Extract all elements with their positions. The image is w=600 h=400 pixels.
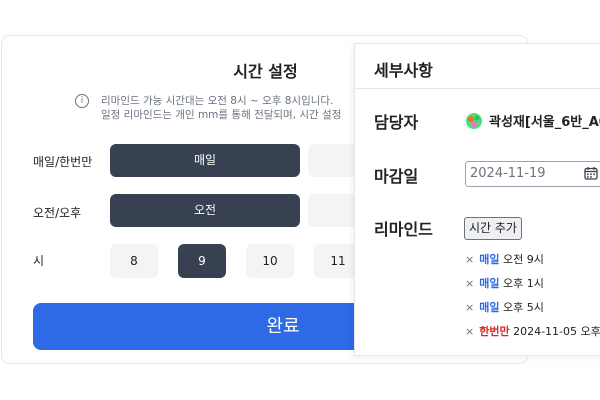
avatar-icon [466, 113, 482, 129]
reminder-item: × 매일 오후 1시 [465, 275, 544, 291]
reminder-time: 오후 5시 [502, 301, 544, 314]
hour-label: 시 [33, 254, 45, 268]
remove-icon[interactable]: × [465, 277, 474, 290]
remove-icon[interactable]: × [465, 325, 474, 338]
reminder-time: 오후 1시 [502, 277, 544, 290]
ampm-label: 오전/오후 [33, 206, 82, 220]
reminder-item: × 한번만 2024-11-05 오후 [465, 323, 600, 339]
info-text-line1: 리마인드 가능 시간대는 오전 8시 ~ 오후 8시입니다. [101, 95, 334, 107]
remove-icon[interactable]: × [465, 301, 474, 314]
assignee-label: 담당자 [374, 113, 419, 132]
details-panel: 세부사항 담당자 곽성재[서울_6반_A0 마감일 2024-11-19 리마인… [354, 43, 600, 356]
ampm-option-am[interactable]: 오전 [110, 194, 300, 227]
repeat-option-daily[interactable]: 매일 [110, 144, 300, 177]
reminder-time: 2024-11-05 오후 [513, 325, 600, 338]
reminder-item: × 매일 오전 9시 [465, 251, 544, 267]
reminder-item: × 매일 오후 5시 [465, 299, 544, 315]
reminder-type: 매일 [479, 253, 500, 266]
panel-title: 세부사항 [374, 61, 433, 80]
reminder-label: 리마인드 [374, 220, 433, 239]
reminder-time: 오전 9시 [502, 253, 544, 266]
repeat-label: 매일/한번만 [33, 155, 93, 169]
assignee-name[interactable]: 곽성재[서울_6반_A0 [489, 111, 600, 130]
info-icon: i [75, 94, 89, 108]
due-date-input[interactable]: 2024-11-19 [465, 161, 600, 187]
calendar-icon[interactable] [584, 166, 598, 180]
info-text-line2: 일정 리마인드는 개인 mm를 통해 전달되며, 시간 설정 [101, 109, 342, 121]
reminder-type: 매일 [479, 277, 500, 290]
hour-option-10[interactable]: 10 [246, 244, 294, 278]
hour-option-9[interactable]: 9 [178, 244, 226, 278]
hour-option-8[interactable]: 8 [110, 244, 158, 278]
panel-header: 세부사항 [355, 44, 600, 89]
remove-icon[interactable]: × [465, 253, 474, 266]
reminder-type: 한번만 [479, 325, 510, 338]
add-time-button[interactable]: 시간 추가 [464, 217, 522, 240]
reminder-type: 매일 [479, 301, 500, 314]
due-date-label: 마감일 [374, 167, 419, 186]
